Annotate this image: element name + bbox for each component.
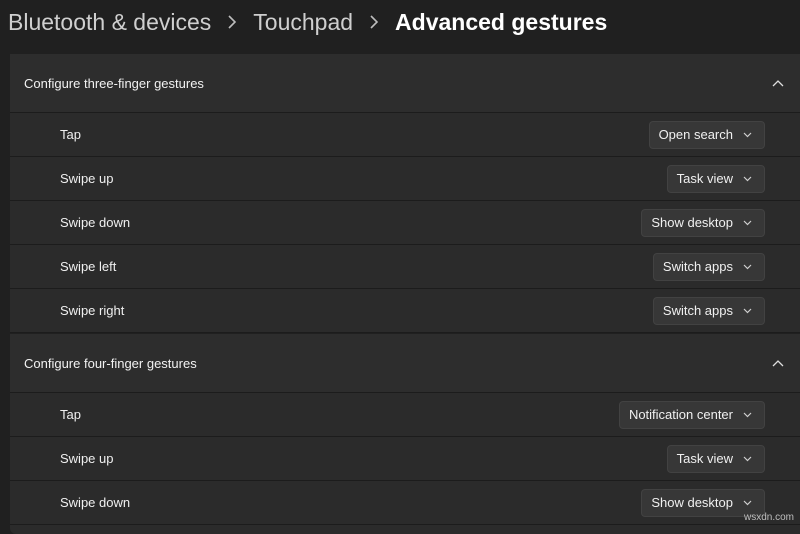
chevron-down-icon (743, 264, 752, 269)
dropdown-value: Notification center (628, 407, 733, 422)
gesture-row-swipe-up: Swipe up Task view (10, 437, 800, 481)
chevron-down-icon (743, 308, 752, 313)
four-finger-gestures-section: Configure four-finger gestures Tap Notif… (10, 334, 800, 534)
gesture-row-tap: Tap Open search (10, 113, 800, 157)
three-finger-gestures-header[interactable]: Configure three-finger gestures (10, 54, 800, 113)
dropdown-value: Open search (658, 127, 733, 142)
breadcrumb-bluetooth-devices[interactable]: Bluetooth & devices (8, 9, 211, 36)
gesture-label: Swipe down (60, 495, 131, 510)
gesture-row-swipe-down: Swipe down Show desktop (10, 481, 800, 525)
breadcrumb: Bluetooth & devices Touchpad Advanced ge… (8, 4, 607, 40)
gesture-row-swipe-left: Swipe left Switch apps (10, 245, 800, 289)
dropdown-value: Show desktop (651, 495, 733, 510)
gesture-action-dropdown[interactable]: Switch apps (652, 296, 765, 325)
gesture-label: Tap (60, 407, 81, 422)
gesture-action-dropdown[interactable]: Task view (666, 444, 765, 473)
gesture-label: Tap (60, 127, 81, 142)
chevron-up-icon[interactable] (768, 353, 788, 373)
three-finger-gestures-section: Configure three-finger gestures Tap Open… (10, 54, 800, 333)
gesture-label: Swipe up (60, 451, 114, 466)
chevron-up-icon[interactable] (768, 73, 788, 93)
gesture-label: Swipe left (60, 259, 117, 274)
four-finger-gestures-header[interactable]: Configure four-finger gestures (10, 334, 800, 393)
page-title: Advanced gestures (395, 8, 608, 35)
chevron-right-icon (227, 15, 237, 29)
watermark: wsxdn.com (743, 512, 794, 523)
gesture-label: Swipe right (60, 303, 125, 318)
chevron-down-icon (743, 456, 752, 461)
dropdown-value: Task view (676, 451, 733, 466)
dropdown-value: Task view (676, 171, 733, 186)
gesture-action-dropdown[interactable]: Task view (666, 164, 765, 193)
breadcrumb-touchpad[interactable]: Touchpad (253, 9, 353, 36)
dropdown-value: Switch apps (662, 303, 733, 318)
gesture-row-swipe-right: Swipe right Switch apps (10, 289, 800, 333)
dropdown-value: Switch apps (662, 259, 733, 274)
chevron-down-icon (743, 132, 752, 137)
gesture-row-swipe-up: Swipe up Task view (10, 157, 800, 201)
chevron-down-icon (743, 176, 752, 181)
gesture-row-swipe-down: Swipe down Show desktop (10, 201, 800, 245)
chevron-down-icon (743, 500, 752, 505)
chevron-right-icon (369, 15, 379, 29)
gesture-action-dropdown[interactable]: Show desktop (641, 208, 765, 237)
chevron-down-icon (743, 412, 752, 417)
gesture-label: Swipe up (60, 171, 114, 186)
section-title: Configure four-finger gestures (24, 355, 197, 371)
chevron-down-icon (743, 220, 752, 225)
gesture-label: Swipe down (60, 215, 131, 230)
dropdown-value: Show desktop (651, 215, 733, 230)
gesture-row-tap: Tap Notification center (10, 393, 800, 437)
section-title: Configure three-finger gestures (24, 75, 204, 91)
gesture-action-dropdown[interactable]: Switch apps (652, 252, 765, 281)
gesture-action-dropdown[interactable]: Open search (648, 120, 765, 149)
gesture-action-dropdown[interactable]: Notification center (618, 400, 765, 429)
